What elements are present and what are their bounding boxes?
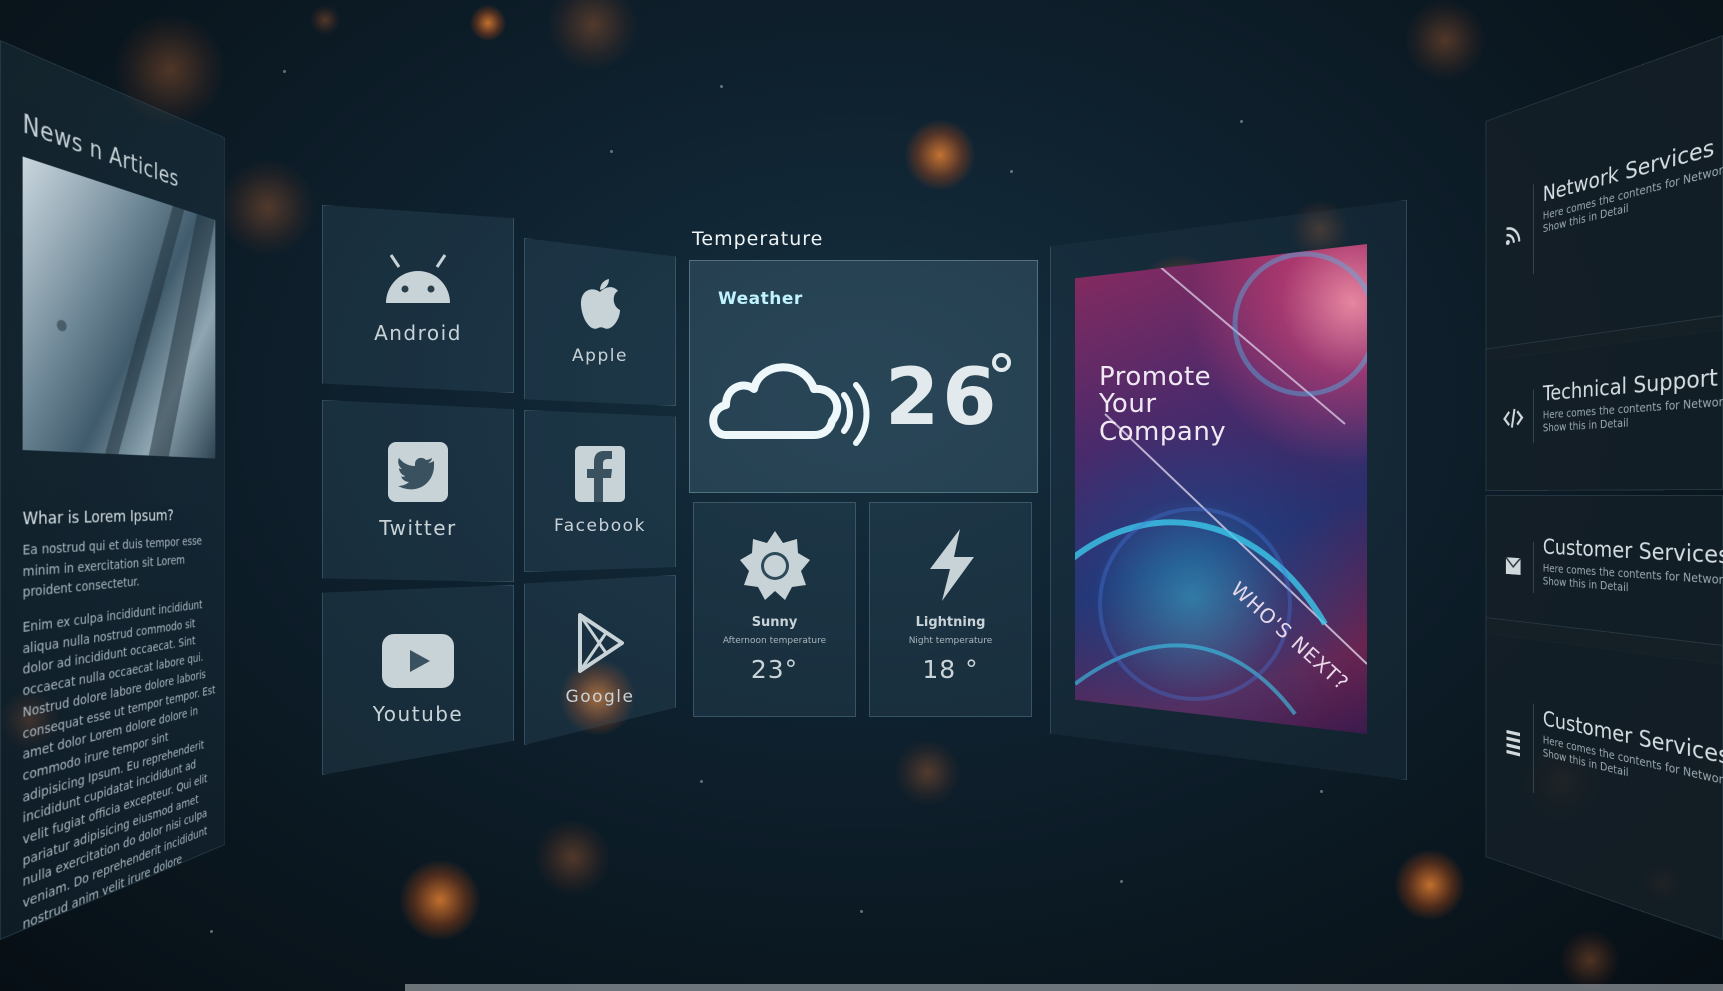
mail-icon: [1498, 496, 1529, 638]
forecast-value: 23°: [694, 655, 855, 684]
app-tile-android[interactable]: Android: [322, 205, 514, 393]
news-heading: Whar is Lorem Ipsum?: [23, 506, 217, 529]
rss-icon: [1498, 106, 1529, 358]
forecast-name: Sunny: [694, 615, 855, 630]
code-icon: [1498, 343, 1529, 490]
app-label: Twitter: [379, 516, 457, 540]
promo-line: Your: [1099, 391, 1226, 418]
news-panel[interactable]: News n Articles Whar is Lorem Ipsum? Ea …: [0, 40, 225, 940]
list-icon: [1498, 619, 1529, 871]
dashboard-stage: News n Articles Whar is Lorem Ipsum? Ea …: [0, 0, 1723, 991]
services-panel-wrapper: Network Services Here comes the contents…: [1420, 0, 1723, 991]
weather-label: Weather: [718, 289, 803, 309]
app-tile-facebook[interactable]: Facebook: [524, 410, 676, 572]
service-card-customer-2[interactable]: Customer Services Here comes the content…: [1486, 617, 1723, 940]
dust-particle: [1120, 880, 1123, 883]
forecast-subtitle: Night temperature: [870, 636, 1031, 646]
current-temperature: 26: [885, 353, 1000, 443]
app-label: Facebook: [554, 516, 646, 536]
app-tile-apple[interactable]: Apple: [524, 238, 676, 406]
news-image[interactable]: [23, 156, 216, 458]
apple-icon: [578, 278, 622, 336]
bokeh-light: [548, 0, 638, 70]
horizontal-scrollbar[interactable]: [405, 984, 1723, 991]
forecast-card-sunny[interactable]: Sunny Afternoon temperature 23°: [693, 502, 856, 717]
bokeh-light: [470, 5, 506, 41]
forecast-subtitle: Afternoon temperature: [694, 636, 855, 646]
app-tile-twitter[interactable]: Twitter: [322, 400, 514, 582]
news-paragraph: Ea nostrud qui et duis tempor esse minim…: [23, 532, 217, 604]
app-label: Google: [566, 687, 635, 707]
image-detail: [57, 319, 67, 332]
degree-symbol: [992, 353, 1011, 372]
youtube-icon: [382, 634, 454, 692]
service-divider: [1533, 184, 1534, 274]
forecast-value: 18 °: [870, 655, 1031, 684]
lightning-icon: [924, 529, 980, 605]
news-panel-wrapper: News n Articles Whar is Lorem Ipsum? Ea …: [0, 0, 310, 991]
dust-particle: [700, 780, 703, 783]
promo-line: Company: [1099, 419, 1226, 446]
service-divider: [1533, 542, 1534, 593]
app-tile-youtube[interactable]: Youtube: [322, 585, 514, 775]
weather-card[interactable]: Weather 26: [689, 260, 1038, 493]
service-divider: [1533, 390, 1534, 443]
sun-icon: [738, 529, 812, 607]
promo-headline: Promote Your Company: [1099, 364, 1226, 446]
google-play-icon: [576, 613, 624, 677]
image-detail: [149, 214, 215, 456]
bokeh-light: [895, 740, 960, 805]
app-tile-google[interactable]: Google: [524, 575, 676, 745]
bokeh-light: [535, 820, 610, 895]
cloud-icon: [704, 343, 884, 457]
dust-particle: [1010, 170, 1013, 173]
dust-particle: [610, 150, 613, 153]
service-divider: [1533, 703, 1534, 793]
bokeh-light: [400, 860, 480, 940]
service-card-network[interactable]: Network Services Here comes the contents…: [1486, 35, 1723, 361]
dust-particle: [860, 910, 863, 913]
dust-particle: [720, 85, 723, 88]
forecast-card-lightning[interactable]: Lightning Night temperature 18 °: [869, 502, 1032, 717]
app-label: Apple: [572, 346, 628, 366]
promo-banner[interactable]: Promote Your Company WHO'S NEXT?: [1075, 244, 1367, 734]
news-paragraph: Enim ex culpa incididunt incididunt aliq…: [23, 595, 217, 936]
app-label: Youtube: [373, 702, 464, 726]
service-description: Here comes the contents for Network Show…: [1543, 562, 1723, 604]
bokeh-light: [905, 120, 975, 190]
twitter-icon: [388, 442, 448, 506]
facebook-icon: [575, 446, 625, 506]
app-label: Android: [374, 321, 462, 345]
forecast-name: Lightning: [870, 615, 1031, 630]
dust-particle: [1320, 790, 1323, 793]
temperature-section-label: Temperature: [692, 228, 823, 250]
promo-line: Promote: [1099, 364, 1226, 391]
android-icon: [381, 253, 455, 311]
bokeh-light: [310, 5, 340, 35]
dust-particle: [1240, 120, 1243, 123]
